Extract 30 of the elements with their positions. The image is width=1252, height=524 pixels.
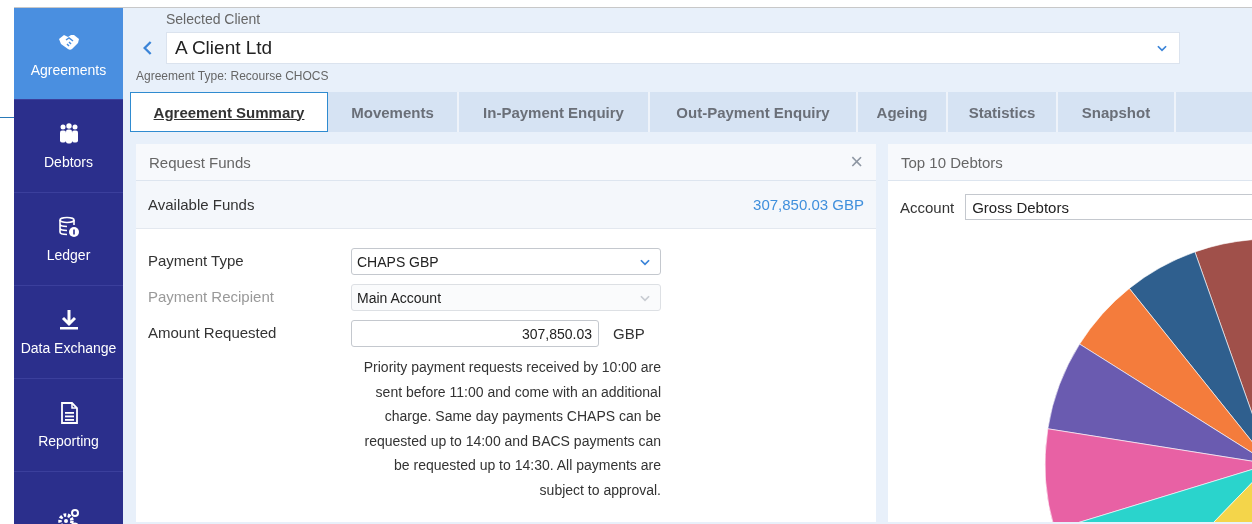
field-label: Account xyxy=(900,198,955,216)
client-select[interactable]: A Client Ltd xyxy=(166,32,1180,64)
tab[interactable]: Out-Payment Enquiry xyxy=(650,92,858,132)
tab[interactable]: Ageing xyxy=(858,92,948,132)
amount-field[interactable]: 307,850.03 xyxy=(351,320,599,347)
tab[interactable]: Statistics xyxy=(948,92,1058,132)
tab[interactable]: Snapshot xyxy=(1058,92,1176,132)
sidebar-label: Data Exchange xyxy=(20,340,117,356)
sidebar-label: Agreements xyxy=(30,61,107,78)
payment-note: Priority payment requests received by 10:00 are sent before 11:00 and come with an additional charge. Same day payments CHAPS can be requested up to 14:00 and BACS payments can be requested up to 14:30. All payments are subject to approval. xyxy=(362,358,661,500)
panel-title: Request Funds xyxy=(149,153,251,171)
tab[interactable]: In-Payment Enquiry xyxy=(459,92,650,132)
tab[interactable]: Agreement Summary xyxy=(130,92,328,132)
dropdown-field[interactable]: CHAPS GBP xyxy=(351,248,661,275)
agreement-type: Agreement Type: Recourse CHOCS xyxy=(136,69,330,83)
currency-label: GBP xyxy=(613,325,645,342)
field-label: Selected Client xyxy=(166,10,262,29)
account-dropdown[interactable]: Gross Debtors xyxy=(965,194,1252,220)
coins-icon xyxy=(56,215,81,239)
sidebar-label: Ledger xyxy=(46,247,91,263)
available-funds-label: Available Funds xyxy=(148,196,255,213)
panel-title: Top 10 Debtors xyxy=(901,153,1003,171)
available-funds-value: 307,850.03 GBP xyxy=(753,196,864,213)
sidebar-label: Reporting xyxy=(38,433,99,449)
field-label: Amount Requested xyxy=(148,323,278,343)
field-label: Payment Recipient xyxy=(148,287,275,307)
leader-line xyxy=(0,117,14,118)
tab[interactable]: Movements xyxy=(328,92,459,132)
sidebar-label: Debtors xyxy=(44,154,93,170)
field-label: Payment Type xyxy=(148,251,245,271)
